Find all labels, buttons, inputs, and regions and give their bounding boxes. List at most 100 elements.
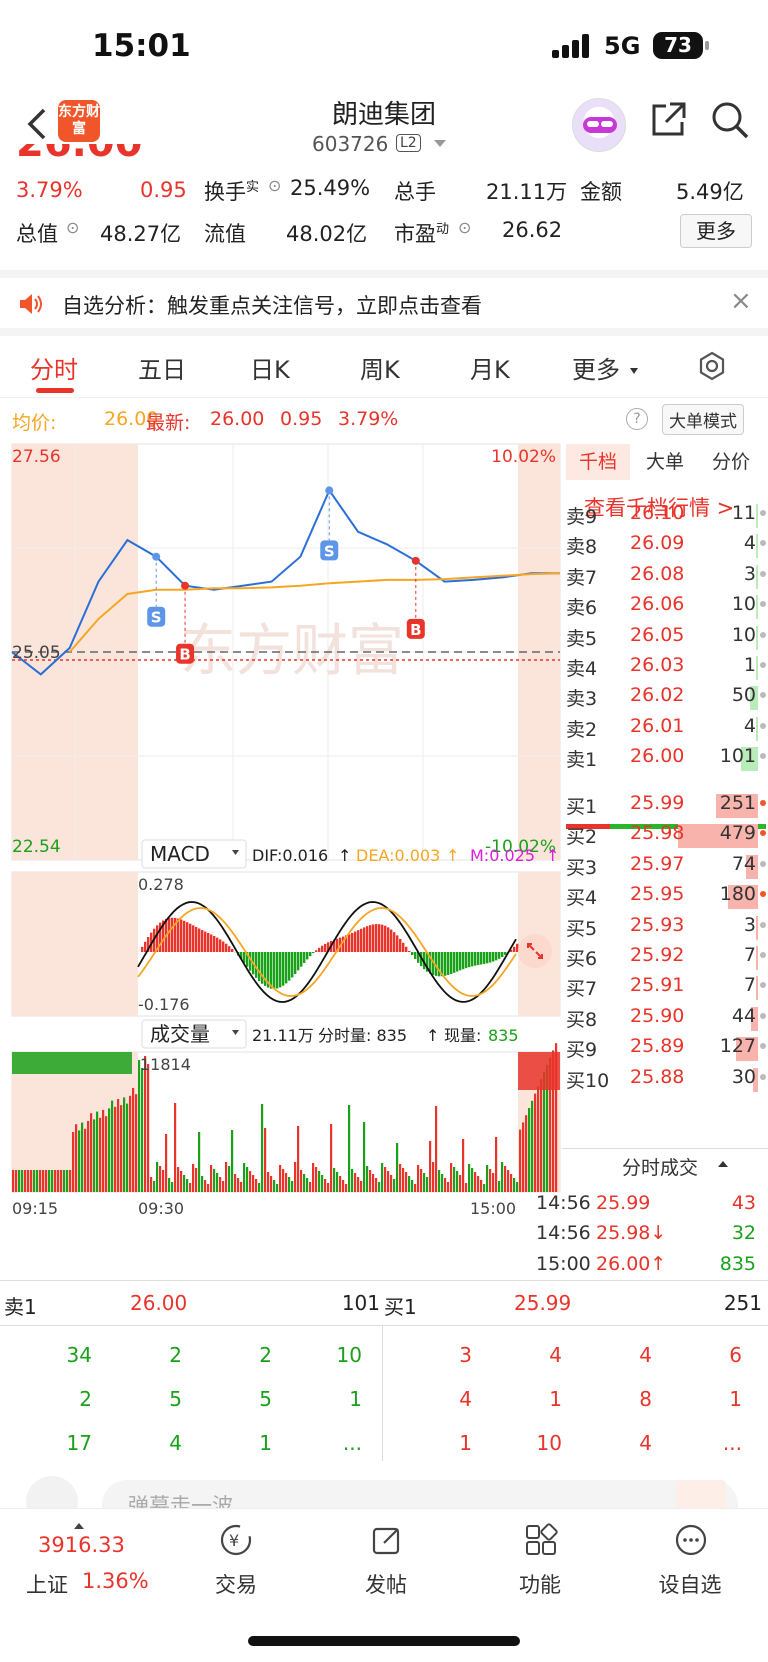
bid-row[interactable]: 买7 25.91 7: [566, 972, 766, 1002]
notice-banner[interactable]: 自选分析：触发重点关注信号，立即点击查看 ×: [0, 270, 768, 336]
queue-cell: 10: [336, 1343, 362, 1367]
network-type: 5G: [604, 32, 641, 60]
tab-monthly-k[interactable]: 月K: [470, 350, 510, 385]
volume-bar: [309, 1182, 312, 1192]
volume-bar: [30, 1170, 33, 1192]
more-button[interactable]: 更多: [680, 214, 752, 248]
change-pct: 3.79%: [16, 178, 83, 202]
index-pct[interactable]: 1.36%: [82, 1569, 149, 1593]
bid-row[interactable]: 买9 25.89 127: [566, 1033, 766, 1063]
volume-bar: [354, 1173, 357, 1192]
depth-bar: [756, 564, 758, 589]
volume-bar: [393, 1179, 396, 1192]
macd-bar: [324, 943, 327, 952]
bid-row[interactable]: 买4 25.95 180: [566, 881, 766, 911]
nav-post[interactable]: 发帖: [346, 1569, 426, 1599]
ask-row[interactable]: 卖7 26.08 3: [566, 561, 766, 591]
volume-bar: [225, 1162, 228, 1192]
volume-bar: [357, 1177, 360, 1192]
volume-bar: [120, 1105, 123, 1192]
nav-trade[interactable]: 交易: [196, 1569, 276, 1599]
share-icon[interactable]: [648, 100, 688, 144]
macd-bar: [204, 931, 207, 952]
bid-row[interactable]: 买5 25.93 3: [566, 912, 766, 942]
ask-row[interactable]: 卖4 26.03 1: [566, 652, 766, 682]
queue-cell: 6: [729, 1343, 742, 1367]
post-icon[interactable]: [370, 1523, 404, 1557]
info-icon[interactable]: ⊙: [458, 218, 471, 237]
bid-row[interactable]: 买8 25.90 44: [566, 1003, 766, 1033]
search-icon[interactable]: [710, 100, 750, 144]
macd-bar: [213, 936, 216, 952]
macd-bar: [366, 926, 369, 952]
info-icon[interactable]: ⊙: [268, 176, 281, 195]
expand-icon[interactable]: [518, 934, 552, 968]
ask-row[interactable]: 卖9 26.10 11: [566, 500, 766, 530]
tab-five-day[interactable]: 五日: [138, 350, 186, 385]
macd-bar: [477, 952, 480, 966]
ticks-header[interactable]: 分时成交: [562, 1148, 768, 1182]
macd-bar: [360, 928, 363, 952]
volume-bar: [252, 1175, 255, 1192]
tab-depth[interactable]: 千档: [566, 444, 630, 480]
macd-bar: [456, 952, 459, 972]
tab-price-dist[interactable]: 分价: [712, 444, 750, 480]
info-icon[interactable]: ⊙: [66, 218, 79, 237]
nav-add-watchlist[interactable]: 设自选: [650, 1569, 730, 1599]
tick-row: 14:56 25.99 43: [536, 1190, 766, 1220]
order-vol: 127: [719, 1035, 756, 1058]
comment-icon[interactable]: [26, 1476, 78, 1508]
tab-more[interactable]: 更多: [572, 350, 620, 385]
tab-daily-k[interactable]: 日K: [250, 350, 290, 385]
macd-bar: [291, 952, 294, 978]
bid-row[interactable]: 买6 25.92 7: [566, 942, 766, 972]
big-order-mode-button[interactable]: 大单模式: [662, 404, 744, 435]
volume-bar: [231, 1130, 234, 1192]
index-value[interactable]: 3916.33: [38, 1533, 125, 1557]
watchlist-icon[interactable]: [674, 1523, 708, 1557]
tab-weekly-k[interactable]: 周K: [360, 350, 400, 385]
intraday-chart[interactable]: 东方财富 SBSB 27.56 22.54 25.05 10.02% -10.0…: [0, 440, 562, 1280]
macd-bar: [294, 952, 297, 974]
chart-tabs: 分时 五日 日K 周K 月K 更多: [0, 336, 768, 398]
trade-icon[interactable]: ¥: [219, 1523, 253, 1557]
index-name[interactable]: 上证: [26, 1569, 68, 1599]
float-label: 流值: [204, 222, 246, 246]
volume-bar: [249, 1171, 252, 1192]
close-icon[interactable]: ×: [730, 286, 752, 316]
speaker-icon: [18, 292, 44, 320]
volume-bar: [525, 1115, 528, 1192]
tab-intraday[interactable]: 分时: [30, 350, 78, 385]
bid-row[interactable]: 买3 25.97 74: [566, 851, 766, 881]
bid-row[interactable]: 买10 25.88 30: [566, 1064, 766, 1094]
danmaku-input[interactable]: 弹幕走一波...: [102, 1480, 738, 1508]
help-icon[interactable]: ?: [626, 408, 648, 430]
latest-pct: 3.79%: [338, 408, 399, 430]
function-icon[interactable]: [524, 1523, 558, 1557]
macd-bar: [279, 952, 282, 988]
ask-row[interactable]: 卖1 26.00 101: [566, 743, 766, 773]
svg-text:↑: ↑: [446, 846, 459, 865]
bid-row[interactable]: 买2 25.98 479: [566, 820, 766, 850]
order-dot: [760, 692, 766, 699]
macd-max: 0.278: [138, 875, 184, 894]
order-label: 买7: [566, 978, 598, 1001]
volume-bar: [384, 1167, 387, 1192]
order-price: 25.95: [630, 883, 685, 906]
gear-icon[interactable]: [696, 350, 728, 386]
volume-bar: [336, 1172, 339, 1192]
macd-bar: [354, 931, 357, 952]
ask-row[interactable]: 卖6 26.06 10: [566, 591, 766, 621]
ask-row[interactable]: 卖8 26.09 4: [566, 530, 766, 560]
macd-bar: [321, 945, 324, 952]
macd-bar: [483, 952, 486, 964]
order-price: 25.92: [630, 944, 685, 966]
tab-big-order[interactable]: 大单: [646, 444, 684, 480]
nav-function[interactable]: 功能: [500, 1569, 580, 1599]
ask-row[interactable]: 卖2 26.01 4: [566, 713, 766, 743]
ask-row[interactable]: 卖5 26.05 10: [566, 622, 766, 652]
ask-row[interactable]: 卖3 26.02 50: [566, 682, 766, 712]
gift-icon[interactable]: [676, 1480, 726, 1508]
bid-row[interactable]: 买1 25.99 251: [566, 790, 766, 820]
status-time: 15:01: [92, 28, 191, 64]
